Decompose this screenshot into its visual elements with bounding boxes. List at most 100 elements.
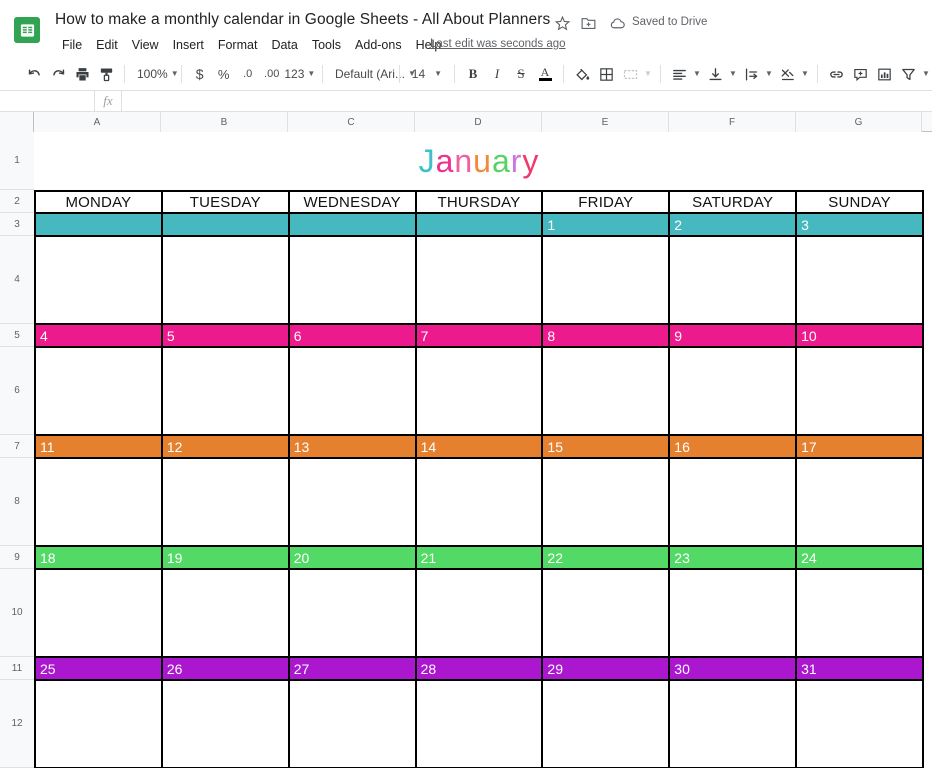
menu-tools[interactable]: Tools — [305, 36, 348, 54]
zoom-control[interactable]: 100% ▼ — [131, 61, 179, 87]
menu-addons[interactable]: Add-ons — [348, 36, 409, 54]
calendar-body-cell[interactable] — [162, 570, 290, 658]
calendar-body-cell[interactable] — [289, 459, 417, 547]
strikethrough-button[interactable]: S — [509, 61, 533, 87]
menu-data[interactable]: Data — [264, 36, 304, 54]
calendar-body-cell[interactable] — [797, 681, 924, 768]
merge-cells-chevron-down-icon[interactable]: ▼ — [642, 61, 654, 87]
italic-button[interactable]: I — [485, 61, 509, 87]
merge-cells-icon[interactable] — [618, 61, 642, 87]
calendar-date-cell[interactable]: 8 — [543, 325, 671, 348]
text-rotation-icon[interactable] — [775, 61, 799, 87]
calendar-body-cell[interactable] — [162, 237, 290, 325]
calendar-body-cell[interactable] — [289, 570, 417, 658]
calendar-body-cell[interactable] — [416, 348, 544, 436]
calendar-date-cell[interactable]: 14 — [416, 436, 544, 459]
row-header-7[interactable]: 7 — [0, 435, 34, 458]
calendar-body-cell[interactable] — [670, 681, 798, 768]
calendar-body-cell[interactable] — [543, 459, 671, 547]
calendar-body-cell[interactable] — [36, 570, 163, 658]
calendar-body-cell[interactable] — [36, 348, 163, 436]
calendar-date-cell[interactable]: 3 — [797, 214, 924, 237]
calendar-date-cell[interactable]: 19 — [162, 547, 290, 570]
calendar-date-cell[interactable]: 28 — [416, 658, 544, 681]
calendar-date-cell[interactable]: 11 — [36, 436, 163, 459]
calendar-body-cell[interactable] — [543, 570, 671, 658]
calendar-date-cell[interactable]: 15 — [543, 436, 671, 459]
column-header-b[interactable]: B — [161, 112, 288, 132]
column-header-e[interactable]: E — [542, 112, 669, 132]
calendar-date-cell[interactable]: 31 — [797, 658, 924, 681]
calendar-body-cell[interactable] — [36, 459, 163, 547]
calendar-date-cell[interactable]: 26 — [162, 658, 290, 681]
row-header-12[interactable]: 12 — [0, 680, 34, 768]
calendar-date-cell[interactable]: 29 — [543, 658, 671, 681]
calendar-date-cell[interactable]: 5 — [162, 325, 290, 348]
column-header-a[interactable]: A — [34, 112, 161, 132]
calendar-date-cell[interactable]: 13 — [289, 436, 417, 459]
row-header-2[interactable]: 2 — [0, 190, 34, 213]
calendar-date-cell[interactable]: 2 — [670, 214, 798, 237]
move-to-folder-icon[interactable] — [580, 15, 598, 33]
calendar-body-cell[interactable] — [543, 681, 671, 768]
filter-icon[interactable] — [896, 61, 920, 87]
calendar-body-cell[interactable] — [797, 570, 924, 658]
calendar-date-cell[interactable]: 9 — [670, 325, 798, 348]
calendar-date-cell[interactable] — [36, 214, 163, 237]
calendar-body-cell[interactable] — [36, 681, 163, 768]
menu-format[interactable]: Format — [211, 36, 265, 54]
menu-insert[interactable]: Insert — [166, 36, 211, 54]
row-header-8[interactable]: 8 — [0, 458, 34, 546]
insert-chart-icon[interactable] — [872, 61, 896, 87]
font-family-select[interactable]: Default (Ari... ▼ — [329, 61, 416, 87]
calendar-body-cell[interactable] — [162, 348, 290, 436]
calendar-date-cell[interactable]: 27 — [289, 658, 417, 681]
calendar-date-cell[interactable]: 1 — [543, 214, 671, 237]
decrease-decimal-button[interactable]: .0 — [236, 61, 260, 87]
menu-view[interactable]: View — [125, 36, 166, 54]
calendar-body-cell[interactable] — [36, 237, 163, 325]
calendar-date-cell[interactable] — [289, 214, 417, 237]
row-header-10[interactable]: 10 — [0, 569, 34, 657]
borders-icon[interactable] — [594, 61, 618, 87]
calendar-body-cell[interactable] — [416, 681, 544, 768]
increase-decimal-button[interactable]: .00 — [260, 61, 284, 87]
row-header-1[interactable]: 1 — [0, 132, 34, 190]
redo-icon[interactable] — [46, 61, 70, 87]
calendar-body-cell[interactable] — [797, 459, 924, 547]
calendar-date-cell[interactable]: 23 — [670, 547, 798, 570]
text-rotation-chevron-down-icon[interactable]: ▼ — [799, 61, 811, 87]
calendar-body-cell[interactable] — [543, 348, 671, 436]
last-edit-link[interactable]: Last edit was seconds ago — [430, 38, 566, 50]
star-icon[interactable] — [554, 15, 572, 33]
calendar-date-cell[interactable]: 22 — [543, 547, 671, 570]
calendar-body-cell[interactable] — [289, 681, 417, 768]
print-icon[interactable] — [70, 61, 94, 87]
calendar-date-cell[interactable] — [416, 214, 544, 237]
percent-format-button[interactable]: % — [212, 61, 236, 87]
spreadsheet-grid[interactable]: A B C D E F G 1 2 3 4 5 6 7 8 9 10 11 12… — [0, 112, 932, 768]
calendar-date-cell[interactable]: 4 — [36, 325, 163, 348]
calendar-date-cell[interactable]: 24 — [797, 547, 924, 570]
insert-link-icon[interactable] — [824, 61, 848, 87]
insert-comment-icon[interactable] — [848, 61, 872, 87]
bold-button[interactable]: B — [461, 61, 485, 87]
calendar-body-cell[interactable] — [416, 570, 544, 658]
text-color-button[interactable]: A — [533, 61, 557, 87]
calendar-body-cell[interactable] — [416, 459, 544, 547]
sheet-cells-area[interactable]: January MONDAY TUESDAY WEDNESDAY THURSDA… — [34, 132, 932, 768]
vertical-align-icon[interactable] — [703, 61, 727, 87]
menu-file[interactable]: File — [55, 36, 89, 54]
calendar-date-cell[interactable]: 20 — [289, 547, 417, 570]
more-options-chevron-down-icon[interactable]: ▼ — [920, 61, 932, 87]
calendar-body-cell[interactable] — [162, 681, 290, 768]
calendar-body-cell[interactable] — [162, 459, 290, 547]
row-header-11[interactable]: 11 — [0, 657, 34, 680]
calendar-body-cell[interactable] — [670, 459, 798, 547]
column-header-f[interactable]: F — [669, 112, 796, 132]
row-header-4[interactable]: 4 — [0, 236, 34, 324]
row-header-6[interactable]: 6 — [0, 347, 34, 435]
currency-format-button[interactable]: $ — [188, 61, 212, 87]
calendar-date-cell[interactable]: 30 — [670, 658, 798, 681]
calendar-body-cell[interactable] — [797, 237, 924, 325]
